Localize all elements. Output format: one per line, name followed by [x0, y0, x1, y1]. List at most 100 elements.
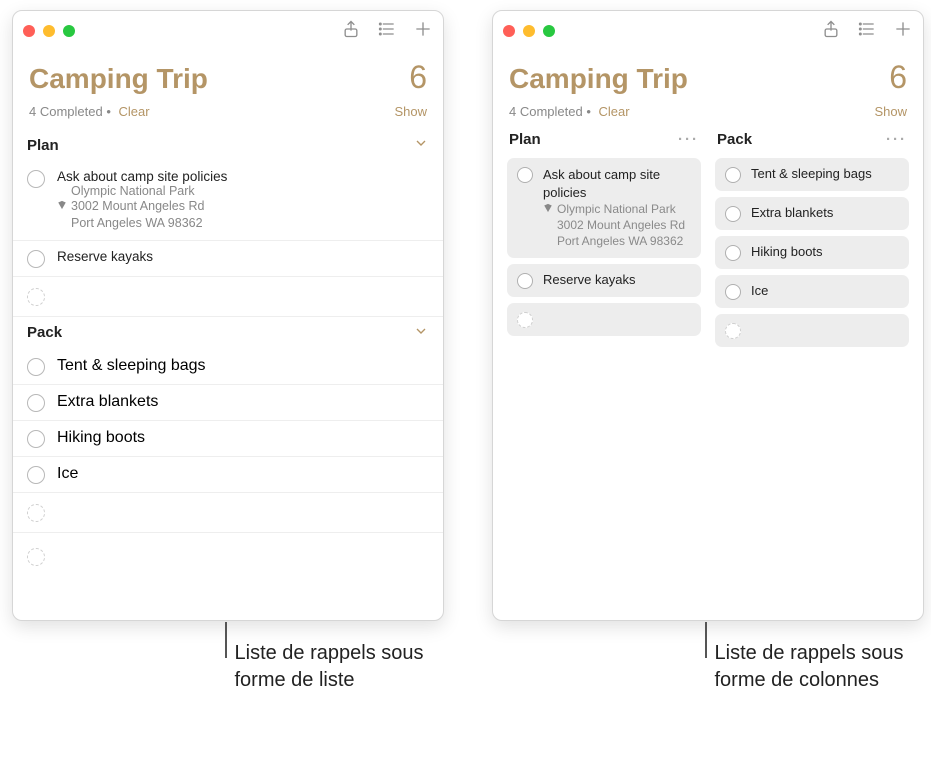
- reminder-title: Extra blankets: [57, 393, 158, 411]
- list-header: Camping Trip 6: [13, 51, 443, 100]
- clear-completed-button[interactable]: Clear: [599, 104, 630, 119]
- share-icon[interactable]: [341, 19, 361, 44]
- complete-toggle[interactable]: [725, 167, 741, 183]
- add-reminder-icon[interactable]: [893, 19, 913, 44]
- reminder-item[interactable]: Extra blankets: [13, 385, 443, 421]
- column-plan: Plan ··· Ask about camp site policies Ol…: [507, 129, 701, 347]
- window-controls: [503, 25, 555, 37]
- placeholder-circle: [517, 312, 533, 328]
- add-reminder-icon[interactable]: [413, 19, 433, 44]
- completed-label: 4 Completed: [509, 104, 583, 119]
- complete-toggle[interactable]: [517, 167, 533, 183]
- reminder-body: Ask about camp site policies Olympic Nat…: [57, 169, 429, 232]
- new-reminder-placeholder[interactable]: [13, 533, 443, 580]
- reminder-title: Reserve kayaks: [543, 272, 635, 287]
- complete-toggle[interactable]: [27, 170, 45, 188]
- new-reminder-placeholder[interactable]: [715, 314, 909, 347]
- complete-toggle[interactable]: [517, 273, 533, 289]
- complete-toggle[interactable]: [725, 245, 741, 261]
- placeholder-circle: [27, 548, 45, 566]
- callout-line: [705, 622, 707, 658]
- reminder-item[interactable]: Ask about camp site policies Olympic Nat…: [13, 161, 443, 241]
- section-items-plan: Ask about camp site policies Olympic Nat…: [13, 161, 443, 317]
- reminder-address: 3002 Mount Angeles Rd Port Angeles WA 98…: [71, 198, 204, 232]
- list-header: Camping Trip 6: [493, 51, 923, 100]
- callout-text: Liste de rappels sous forme de colonnes: [715, 640, 925, 694]
- section-title: Plan: [27, 137, 59, 154]
- reminder-card[interactable]: Hiking boots: [715, 236, 909, 269]
- window-titlebar: [493, 11, 923, 51]
- complete-toggle[interactable]: [27, 430, 45, 448]
- placeholder-circle: [27, 288, 45, 306]
- section-header-pack[interactable]: Pack: [13, 317, 443, 349]
- clear-completed-button[interactable]: Clear: [119, 104, 150, 119]
- window-controls: [23, 25, 75, 37]
- reminder-title: Ask about camp site policies: [543, 166, 691, 201]
- window-zoom-button[interactable]: [543, 25, 555, 37]
- reminder-card[interactable]: Ice: [715, 275, 909, 308]
- show-completed-button[interactable]: Show: [874, 104, 907, 119]
- reminder-title: Ice: [751, 283, 768, 298]
- callout-column-view: Liste de rappels sous forme de colonnes: [705, 640, 925, 694]
- reminder-card[interactable]: Reserve kayaks: [507, 264, 701, 297]
- column-more-button[interactable]: ···: [678, 131, 699, 148]
- reminder-title: Hiking boots: [751, 244, 823, 259]
- placeholder-circle: [27, 504, 45, 522]
- reminder-card[interactable]: Tent & sleeping bags: [715, 158, 909, 191]
- reminder-title: Ice: [57, 465, 78, 483]
- complete-toggle[interactable]: [27, 250, 45, 268]
- completed-label: 4 Completed: [29, 104, 103, 119]
- completed-info: 4 Completed • Clear: [29, 104, 150, 119]
- list-layout-icon[interactable]: [857, 19, 877, 44]
- reminders-window-column-view: Camping Trip 6 4 Completed • Clear Show …: [492, 10, 924, 621]
- reminder-subtitle: Olympic National Park: [57, 184, 429, 198]
- location-pin-icon: [57, 198, 67, 215]
- column-more-button[interactable]: ···: [886, 131, 907, 148]
- list-count: 6: [889, 59, 907, 96]
- complete-toggle[interactable]: [27, 358, 45, 376]
- list-title: Camping Trip: [509, 63, 688, 95]
- column-pack: Pack ··· Tent & sleeping bags Extra blan…: [715, 129, 909, 347]
- new-reminder-placeholder[interactable]: [507, 303, 701, 336]
- callout-list-view: Liste de rappels sous forme de liste: [225, 640, 445, 694]
- list-title: Camping Trip: [29, 63, 208, 95]
- window-close-button[interactable]: [23, 25, 35, 37]
- new-reminder-placeholder[interactable]: [13, 277, 443, 317]
- toolbar-actions: [341, 19, 433, 44]
- reminder-title: Reserve kayaks: [57, 249, 429, 264]
- columns-container: Plan ··· Ask about camp site policies Ol…: [493, 129, 923, 347]
- complete-toggle[interactable]: [725, 206, 741, 222]
- complete-toggle[interactable]: [725, 284, 741, 300]
- reminder-card[interactable]: Extra blankets: [715, 197, 909, 230]
- list-subheader: 4 Completed • Clear Show: [493, 100, 923, 129]
- column-title: Plan: [509, 131, 541, 148]
- reminder-address: Olympic National Park 3002 Mount Angeles…: [557, 201, 685, 250]
- location-pin-icon: [543, 201, 553, 217]
- callout-line: [225, 622, 227, 658]
- show-completed-button[interactable]: Show: [394, 104, 427, 119]
- share-icon[interactable]: [821, 19, 841, 44]
- new-reminder-placeholder[interactable]: [13, 493, 443, 533]
- window-zoom-button[interactable]: [63, 25, 75, 37]
- complete-toggle[interactable]: [27, 466, 45, 484]
- chevron-down-icon: [413, 323, 429, 343]
- reminder-item[interactable]: Ice: [13, 457, 443, 493]
- window-minimize-button[interactable]: [43, 25, 55, 37]
- reminder-item[interactable]: Hiking boots: [13, 421, 443, 457]
- chevron-down-icon: [413, 135, 429, 155]
- reminder-title: Extra blankets: [751, 205, 833, 220]
- callout-text: Liste de rappels sous forme de liste: [235, 640, 445, 694]
- reminder-item[interactable]: Reserve kayaks: [13, 241, 443, 277]
- window-close-button[interactable]: [503, 25, 515, 37]
- reminder-card[interactable]: Ask about camp site policies Olympic Nat…: [507, 158, 701, 258]
- window-minimize-button[interactable]: [523, 25, 535, 37]
- section-items-pack: Tent & sleeping bags Extra blankets Hiki…: [13, 349, 443, 533]
- completed-info: 4 Completed • Clear: [509, 104, 630, 119]
- complete-toggle[interactable]: [27, 394, 45, 412]
- reminder-item[interactable]: Tent & sleeping bags: [13, 349, 443, 385]
- list-subheader: 4 Completed • Clear Show: [13, 100, 443, 129]
- list-count: 6: [409, 59, 427, 96]
- section-header-plan[interactable]: Plan: [13, 129, 443, 161]
- column-header-pack: Pack ···: [715, 129, 909, 152]
- list-layout-icon[interactable]: [377, 19, 397, 44]
